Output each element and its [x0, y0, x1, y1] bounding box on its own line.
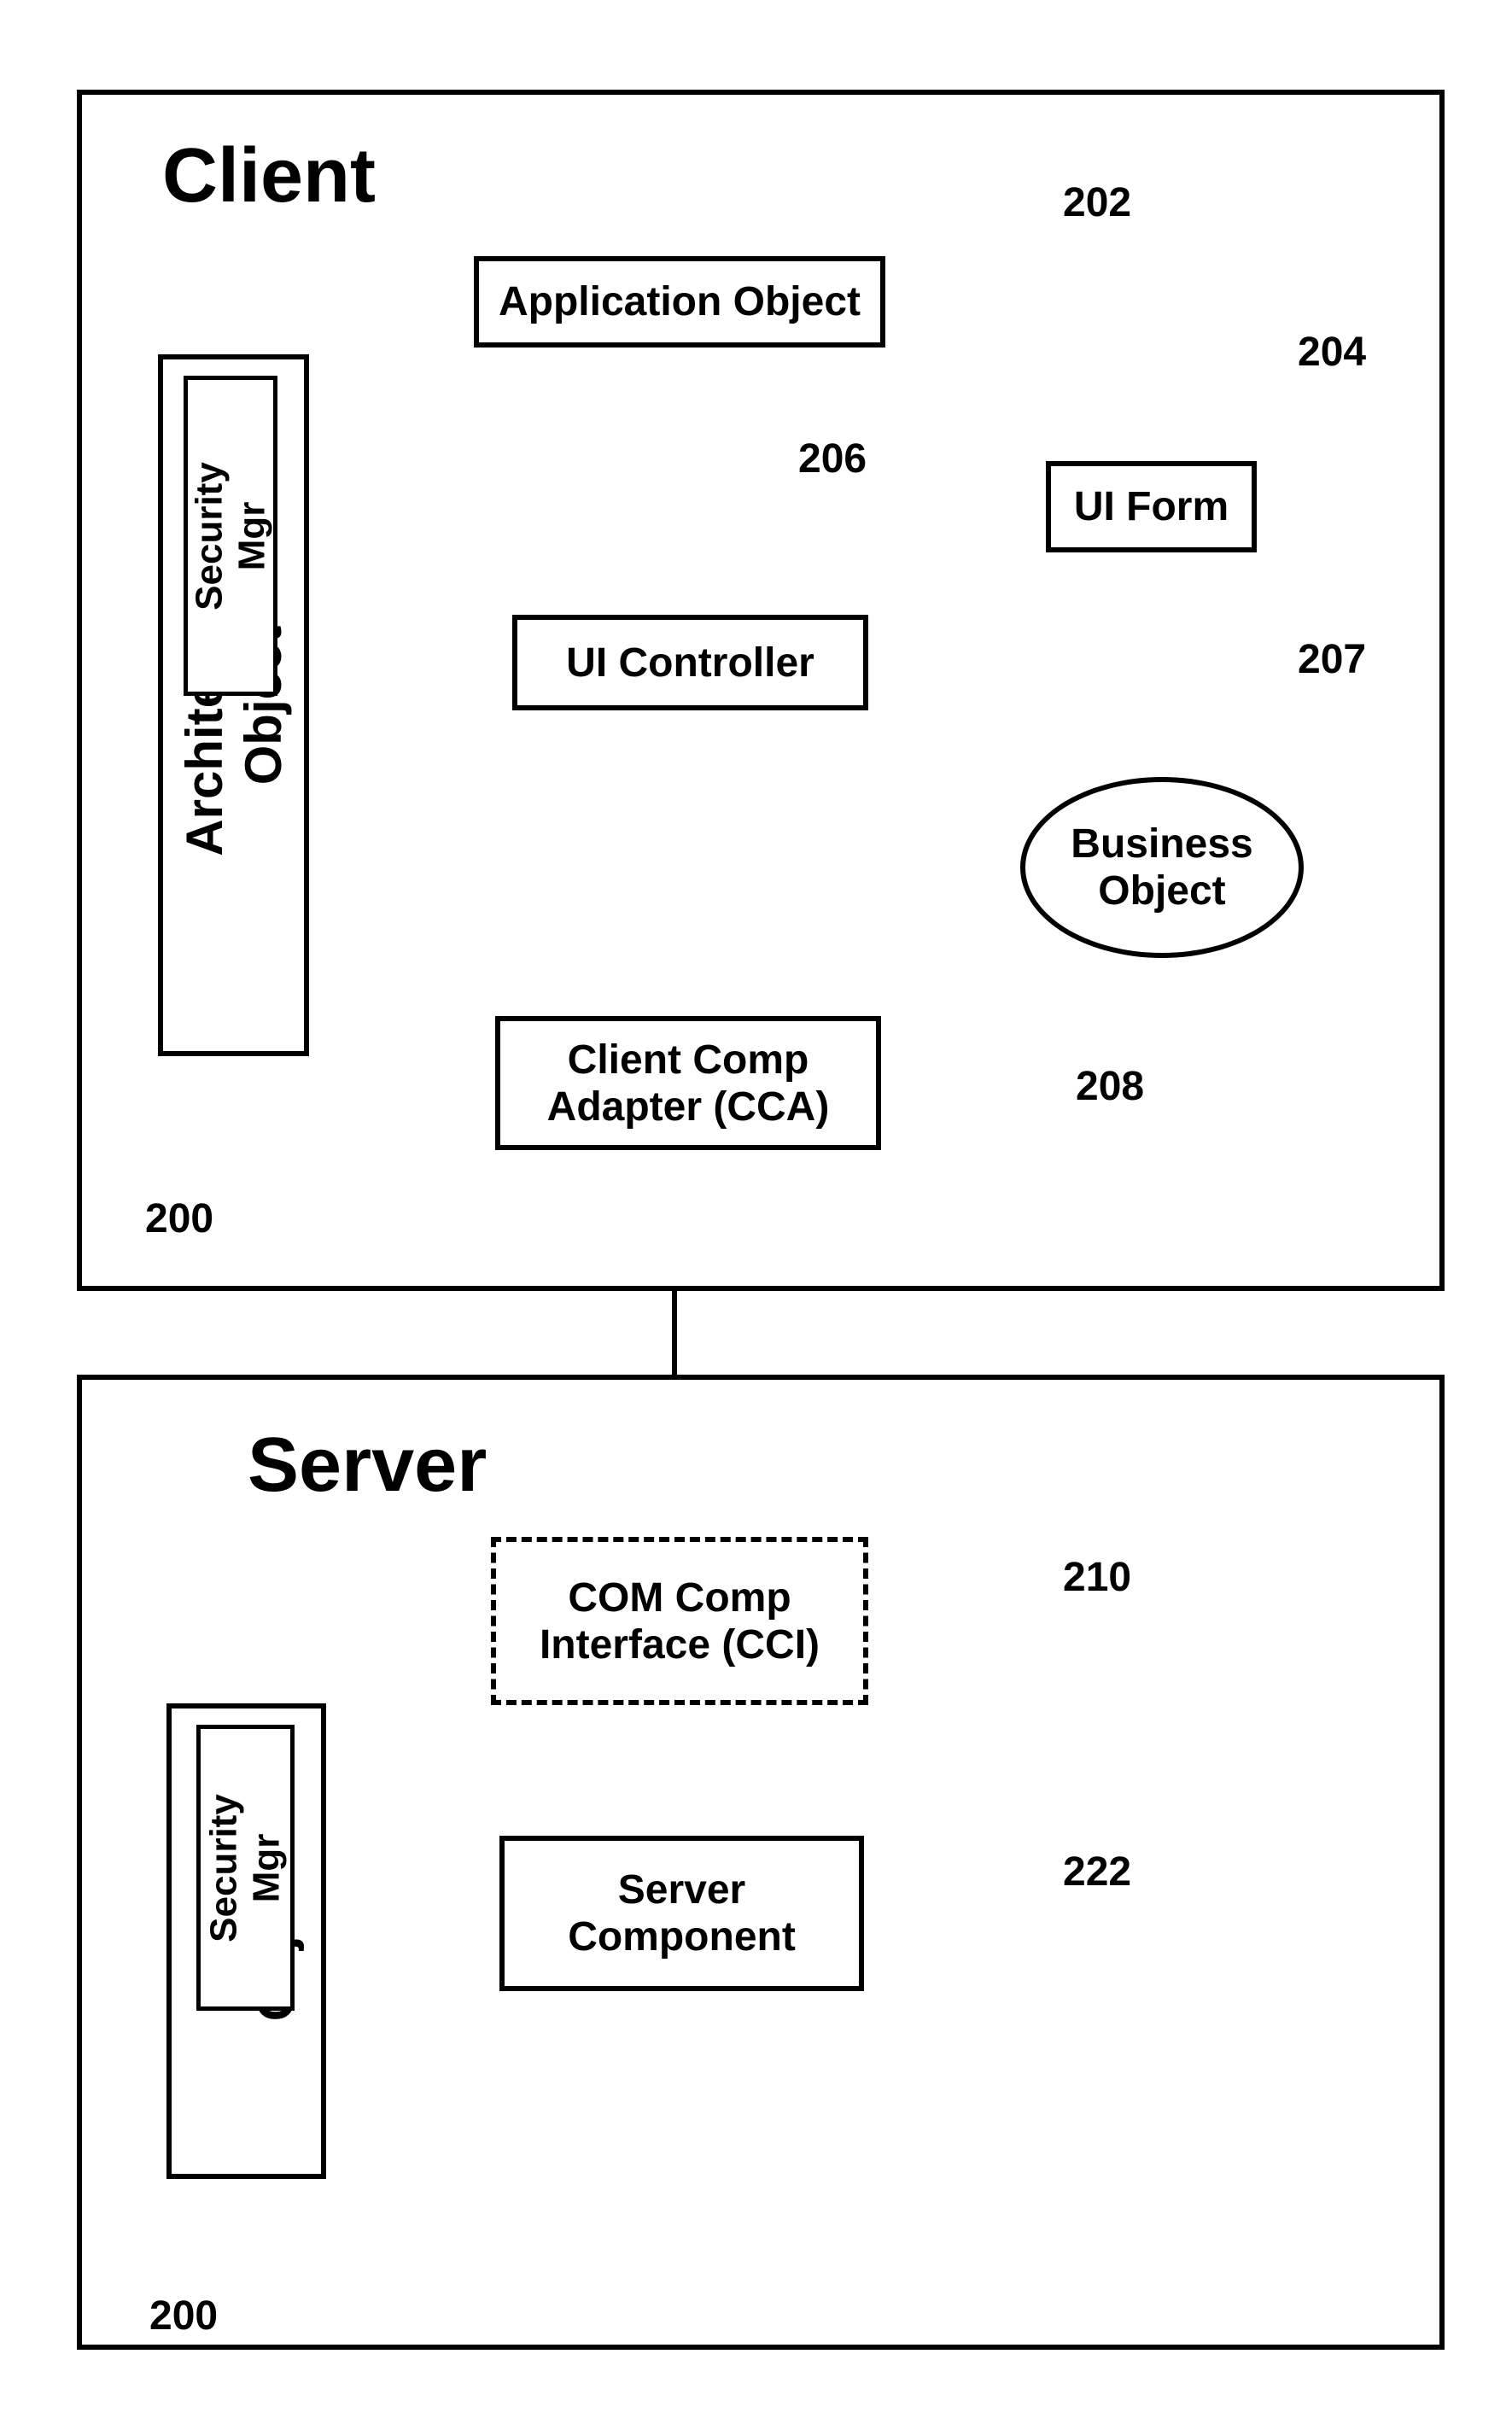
ref-207: 207 [1298, 636, 1366, 683]
client-comp-adapter: Client Comp Adapter (CCA) [495, 1016, 881, 1150]
server-component-label: Server Component [568, 1866, 796, 1960]
ref-206: 206 [798, 435, 867, 482]
ref-200-client: 200 [145, 1195, 213, 1242]
server-security-mgr: Security Mgr [196, 1725, 295, 2011]
ui-form: UI Form [1046, 461, 1257, 552]
server-component: Server Component [499, 1836, 864, 1991]
ref-202: 202 [1063, 179, 1131, 226]
com-comp-interface-label: COM Comp Interface (CCI) [540, 1574, 820, 1668]
ui-controller: UI Controller [512, 615, 868, 710]
client-security-mgr-label: Security Mgr [188, 380, 273, 692]
client-title: Client [162, 132, 376, 220]
client-comp-adapter-label: Client Comp Adapter (CCA) [547, 1037, 830, 1130]
ui-controller-label: UI Controller [566, 640, 814, 686]
ref-200-server: 200 [149, 2293, 218, 2339]
ref-208: 208 [1076, 1063, 1144, 1110]
application-object: Application Object [474, 256, 885, 348]
ref-210: 210 [1063, 1554, 1131, 1601]
ref-204: 204 [1298, 329, 1366, 376]
server-security-mgr-label: Security Mgr [203, 1729, 289, 2006]
business-object-label: Business Object [1071, 821, 1252, 914]
ref-222: 222 [1063, 1849, 1131, 1895]
business-object: Business Object [1020, 777, 1304, 958]
server-title: Server [248, 1422, 487, 1510]
client-security-mgr: Security Mgr [184, 376, 277, 696]
ui-form-label: UI Form [1074, 483, 1229, 530]
com-comp-interface: COM Comp Interface (CCI) [491, 1537, 868, 1705]
application-object-label: Application Object [499, 278, 861, 325]
